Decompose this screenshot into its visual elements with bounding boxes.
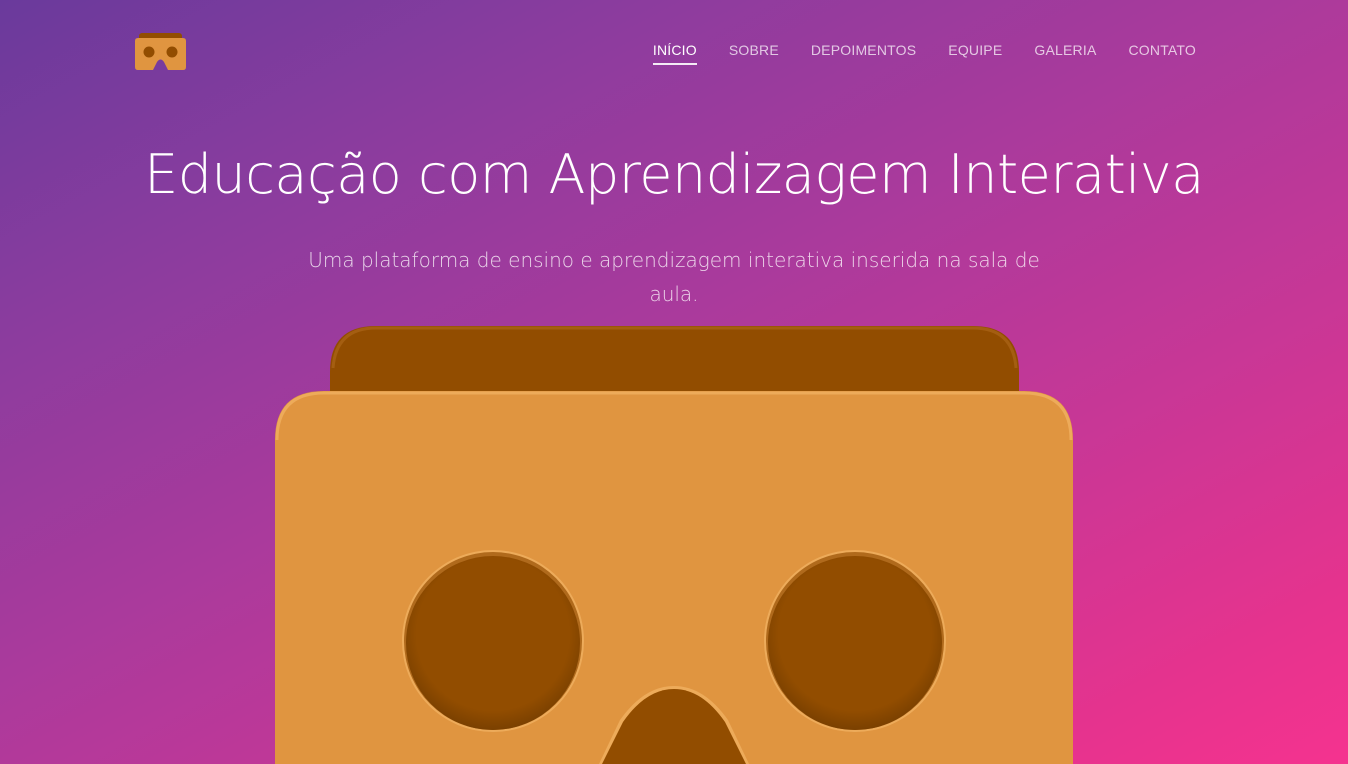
main-nav: INÍCIO SOBRE DEPOIMENTOS EQUIPE GALERIA … bbox=[652, 42, 1196, 65]
cardboard-viewer-illustration bbox=[0, 0, 1348, 764]
hero-title: Educação com Aprendizagem Interativa bbox=[144, 143, 1204, 206]
nav-link-contato[interactable]: CONTATO bbox=[1128, 42, 1196, 65]
nav-link-equipe[interactable]: EQUIPE bbox=[948, 42, 1002, 65]
navbar: INÍCIO SOBRE DEPOIMENTOS EQUIPE GALERIA … bbox=[0, 0, 1348, 100]
cardboard-logo-icon[interactable] bbox=[135, 33, 186, 70]
hero-subtitle: Uma plataforma de ensino e aprendizagem … bbox=[308, 248, 1040, 306]
nav-link-inicio[interactable]: INÍCIO bbox=[652, 42, 697, 65]
nav-link-sobre[interactable]: SOBRE bbox=[729, 42, 779, 65]
nav-link-galeria[interactable]: GALERIA bbox=[1034, 42, 1096, 65]
nav-link-depoimentos[interactable]: DEPOIMENTOS bbox=[811, 42, 916, 65]
